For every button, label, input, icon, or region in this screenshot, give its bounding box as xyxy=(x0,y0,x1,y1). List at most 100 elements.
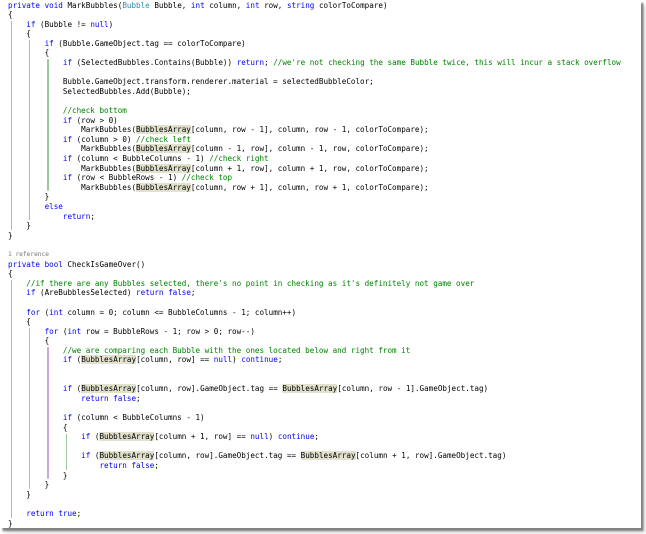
code-token: ) xyxy=(269,432,278,441)
code-token: //we are comparing each Bubble with the … xyxy=(63,346,410,355)
code-line[interactable]: //we are comparing each Bubble with the … xyxy=(8,346,621,356)
code-line[interactable]: Bubble.GameObject.transform.renderer.mat… xyxy=(8,77,621,87)
code-line[interactable]: for (int column = 0; column <= BubbleCol… xyxy=(8,308,621,318)
code-token: (Bubble.GameObject.tag == colorToCompare… xyxy=(54,39,246,48)
code-line[interactable]: } xyxy=(8,490,621,500)
code-token xyxy=(8,116,63,125)
code-token: Bubble, xyxy=(150,1,191,10)
code-line[interactable]: { xyxy=(8,10,621,20)
code-line[interactable]: if (Bubble != null) xyxy=(8,20,621,30)
code-token: ( xyxy=(40,308,49,317)
code-token: MarkBubbles( xyxy=(8,164,136,173)
code-line[interactable]: } xyxy=(8,192,621,202)
code-token: colorToCompare) xyxy=(314,1,387,10)
code-token: MarkBubbles( xyxy=(8,144,136,153)
code-line[interactable]: MarkBubbles(BubblesArray[column - 1, row… xyxy=(8,144,621,154)
code-token: } xyxy=(8,231,13,240)
code-line[interactable]: if (SelectedBubbles.Contains(Bubble)) re… xyxy=(8,58,621,68)
code-line[interactable] xyxy=(8,375,621,385)
code-line[interactable]: if (BubblesArray[column, row].GameObject… xyxy=(8,451,621,461)
code-line[interactable] xyxy=(8,240,621,250)
code-token: Bubble.GameObject.transform.renderer.mat… xyxy=(8,77,374,86)
code-token xyxy=(8,212,63,221)
code-line[interactable]: if (column < BubbleColumns - 1) //check … xyxy=(8,154,621,164)
code-editor-surface[interactable]: private void MarkBubbles(Bubble Bubble, … xyxy=(0,0,641,528)
code-token: { xyxy=(8,336,49,345)
code-line[interactable]: } xyxy=(8,221,621,231)
code-line[interactable]: if (row > 0) xyxy=(8,116,621,126)
code-line[interactable] xyxy=(8,442,621,452)
code-line[interactable]: private bool CheckIsGameOver() xyxy=(8,260,621,270)
code-line[interactable] xyxy=(8,298,621,308)
screenshot-frame: private void MarkBubbles(Bubble Bubble, … xyxy=(0,0,646,534)
code-line[interactable]: private void MarkBubbles(Bubble Bubble, … xyxy=(8,1,621,11)
code-token xyxy=(8,173,63,182)
code-token: ; xyxy=(264,58,273,67)
code-line[interactable]: if (column < BubbleColumns - 1) xyxy=(8,413,621,423)
code-token: { xyxy=(8,317,31,326)
code-line[interactable]: if (BubblesArray[column, row].GameObject… xyxy=(8,384,621,394)
code-line[interactable] xyxy=(8,96,621,106)
code-token: row = BubbleRows - 1; row > 0; row--) xyxy=(81,327,255,336)
code-line[interactable]: } xyxy=(8,519,621,529)
code-line[interactable]: if (AreBubblesSelected) return false; xyxy=(8,288,621,298)
highlighted-symbol: BubblesArray xyxy=(136,164,191,173)
code-line[interactable] xyxy=(8,365,621,375)
code-token xyxy=(8,355,63,364)
code-line[interactable]: if (Bubble.GameObject.tag == colorToComp… xyxy=(8,39,621,49)
code-line[interactable]: } xyxy=(8,480,621,490)
code-line[interactable]: if (column > 0) //check left xyxy=(8,135,621,145)
code-token: MarkBubbles( xyxy=(8,183,136,192)
code-line[interactable]: MarkBubbles(BubblesArray[column + 1, row… xyxy=(8,164,621,174)
code-token xyxy=(8,135,63,144)
code-line[interactable]: return; xyxy=(8,212,621,222)
code-line[interactable]: { xyxy=(8,48,621,58)
code-line[interactable]: } xyxy=(8,231,621,241)
code-line[interactable]: { xyxy=(8,423,621,433)
code-line[interactable]: { xyxy=(8,269,621,279)
code-token: return xyxy=(26,509,53,518)
code-token xyxy=(8,384,63,393)
code-token: { xyxy=(8,48,49,57)
code-line[interactable]: return true; xyxy=(8,509,621,519)
code-line[interactable]: { xyxy=(8,336,621,346)
code-line[interactable]: { xyxy=(8,317,621,327)
code-token: [column, row].GameObject.tag == xyxy=(136,384,282,393)
code-line[interactable] xyxy=(8,403,621,413)
code-line[interactable]: for (int row = BubbleRows - 1; row > 0; … xyxy=(8,327,621,337)
code-token xyxy=(8,327,45,336)
code-line[interactable]: { xyxy=(8,29,621,39)
code-token: [column, row] == xyxy=(136,355,214,364)
code-line[interactable]: if (BubblesArray[column, row] == null) c… xyxy=(8,355,621,365)
code-token: (SelectedBubbles.Contains(Bubble)) xyxy=(72,58,237,67)
code-token: ) xyxy=(109,20,114,29)
code-token: [column, row].GameObject.tag == xyxy=(154,451,300,460)
code-token xyxy=(8,106,63,115)
code-token: int xyxy=(67,327,81,336)
code-layer[interactable]: private void MarkBubbles(Bubble Bubble, … xyxy=(8,1,621,529)
code-line[interactable]: if (row < BubbleRows - 1) //check top xyxy=(8,173,621,183)
code-line[interactable]: } xyxy=(8,471,621,481)
code-token: int xyxy=(246,1,260,10)
code-token: [column + 1, row], column + 1, row, colo… xyxy=(191,164,429,173)
code-token: void xyxy=(45,1,63,10)
code-line[interactable] xyxy=(8,68,621,78)
code-token: SelectedBubbles.Add(Bubble); xyxy=(8,87,191,96)
code-token: ) xyxy=(232,355,241,364)
code-line[interactable]: return false; xyxy=(8,461,621,471)
code-line[interactable] xyxy=(8,499,621,509)
code-line[interactable]: //check bottom xyxy=(8,106,621,116)
code-line[interactable]: MarkBubbles(BubblesArray[column, row - 1… xyxy=(8,125,621,135)
code-token xyxy=(8,509,26,518)
code-token: (column < BubbleColumns - 1) xyxy=(72,154,209,163)
highlighted-symbol: BubblesArray xyxy=(99,451,154,460)
code-line[interactable]: //if there are any Bubbles selected, the… xyxy=(8,279,621,289)
code-token: row, xyxy=(260,1,287,10)
code-line[interactable]: else xyxy=(8,202,621,212)
codelens-reference-count[interactable]: 1 reference xyxy=(8,250,621,260)
code-token: [column - 1, row], column - 1, row, colo… xyxy=(191,144,429,153)
code-line[interactable]: if (BubblesArray[column + 1, row] == nul… xyxy=(8,432,621,442)
code-line[interactable]: SelectedBubbles.Add(Bubble); xyxy=(8,87,621,97)
code-line[interactable]: return false; xyxy=(8,394,621,404)
code-line[interactable]: MarkBubbles(BubblesArray[column, row + 1… xyxy=(8,183,621,193)
